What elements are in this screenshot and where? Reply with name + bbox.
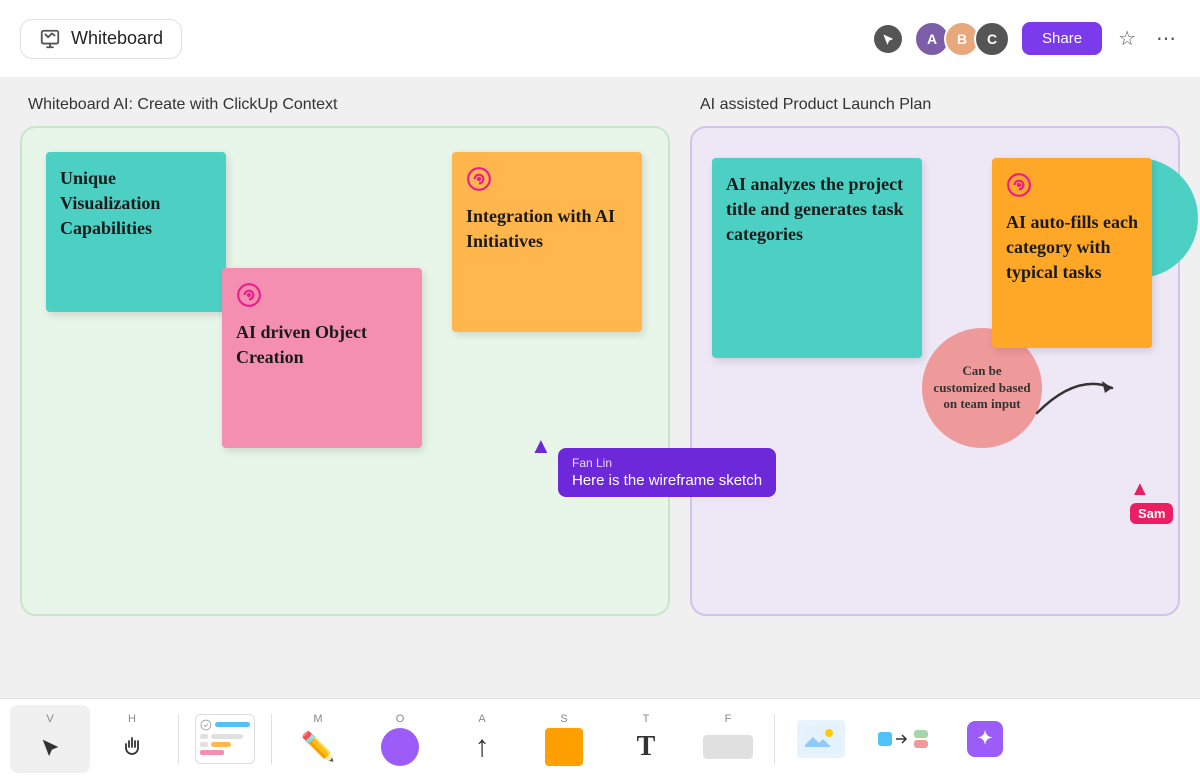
tool-hand[interactable]: H	[92, 705, 172, 773]
connector-shape-icon	[703, 735, 753, 759]
left-section-label: Whiteboard AI: Create with ClickUp Conte…	[28, 96, 337, 114]
connector-icon-area	[703, 725, 753, 769]
hand-icon	[120, 735, 144, 759]
more-icon-area: ✦	[967, 717, 1003, 761]
tool-circle[interactable]: O	[360, 705, 440, 773]
tooltip-message: Here is the wireframe sketch	[572, 472, 762, 489]
sticky-icon-area	[545, 725, 583, 769]
ai-icon-3	[466, 166, 628, 198]
task-check-icon	[200, 719, 212, 731]
sticky-text-4: AI analyzes the project title and genera…	[726, 172, 908, 248]
purple-action-icon: ✦	[967, 721, 1003, 757]
select-icon-area	[39, 725, 61, 769]
collaborators: A B C	[914, 21, 1010, 57]
arrow-connector	[1027, 353, 1127, 433]
header: Whiteboard A B C Share ☆ ⋯	[0, 0, 1200, 78]
header-actions: A B C Share ☆ ⋯	[874, 21, 1180, 57]
text-icon-area: T	[637, 725, 656, 769]
fan-lin-tooltip: Fan Lin Here is the wireframe sketch	[558, 448, 776, 497]
favorite-button[interactable]: ☆	[1114, 22, 1140, 55]
tool-m-label: M	[313, 713, 322, 725]
app-title: Whiteboard	[71, 28, 163, 49]
sticky-shape-icon	[545, 728, 583, 766]
tool-task[interactable]	[185, 705, 265, 773]
sticky-note-3[interactable]: Integration with AI Initiatives	[452, 152, 642, 332]
circle-icon-area	[381, 725, 419, 769]
cursor-fan-lin: ▲	[530, 433, 552, 459]
toolbar: V H	[0, 698, 1200, 778]
toolbar-divider-2	[271, 714, 272, 764]
tool-connector[interactable]: F	[688, 705, 768, 773]
ai-icon-5	[1006, 172, 1138, 204]
sticky-text-2: AI driven Object Creation	[236, 320, 408, 370]
sticky-note-1[interactable]: Unique Visualization Capabilities	[46, 152, 226, 312]
sticky-note-2[interactable]: AI driven Object Creation	[222, 268, 422, 448]
sticky-text-3: Integration with AI Initiatives	[466, 204, 628, 254]
tool-o-label: O	[396, 713, 405, 725]
toolbar-divider-3	[774, 714, 775, 764]
flow-arrow-icon	[895, 732, 911, 746]
circle-shape-icon	[381, 728, 419, 766]
callout-text: Can be customized based on team input	[932, 363, 1032, 414]
whiteboard-icon	[39, 28, 61, 50]
left-whiteboard-panel: Unique Visualization Capabilities AI dri…	[20, 126, 670, 616]
tool-s-label: S	[560, 713, 567, 725]
task-icon-area	[195, 717, 255, 761]
tool-pen[interactable]: M ✏️	[278, 705, 358, 773]
share-button[interactable]: Share	[1022, 22, 1102, 55]
sam-label: Sam	[1130, 503, 1173, 524]
tool-media[interactable]	[781, 705, 861, 773]
sam-cursor-arrow: ▲	[1130, 478, 1150, 501]
tool-sticky[interactable]: S	[524, 705, 604, 773]
arrow-icon-area: ↑	[475, 725, 490, 769]
flow-shape-icon	[878, 730, 928, 748]
image-icon	[803, 725, 839, 753]
toolbar-divider-1	[178, 714, 179, 764]
app-title-area[interactable]: Whiteboard	[20, 19, 182, 59]
tooltip-username: Fan Lin	[572, 456, 762, 470]
hand-icon-area	[120, 725, 144, 769]
sticky-note-4[interactable]: AI analyzes the project title and genera…	[712, 158, 922, 358]
avatar-3: C	[974, 21, 1010, 57]
sticky-text-1: Unique Visualization Capabilities	[60, 166, 212, 242]
select-icon	[39, 736, 61, 758]
media-preview-icon	[797, 720, 845, 758]
tool-t-label: T	[643, 713, 650, 725]
flow-icon-area	[878, 717, 928, 761]
right-whiteboard-panel: AI analyzes the project title and genera…	[690, 126, 1180, 616]
pen-icon: ✏️	[301, 730, 336, 763]
canvas-area[interactable]: Whiteboard AI: Create with ClickUp Conte…	[0, 78, 1200, 698]
media-icon-area	[797, 717, 845, 761]
pen-icon-area: ✏️	[301, 725, 336, 769]
tool-more[interactable]: ✦	[945, 705, 1025, 773]
tool-v-label: V	[46, 713, 53, 725]
more-options-button[interactable]: ⋯	[1152, 22, 1180, 55]
sticky-text-5: AI auto-fills each category with typical…	[1006, 210, 1138, 286]
tool-h-label: H	[128, 713, 136, 725]
right-section-label: AI assisted Product Launch Plan	[700, 96, 931, 114]
tool-text[interactable]: T T	[606, 705, 686, 773]
sticky-note-5[interactable]: AI auto-fills each category with typical…	[992, 158, 1152, 348]
cursor-sam: ▲ Sam	[1130, 478, 1173, 524]
arrow-up-icon: ↑	[475, 730, 490, 764]
tool-f-label: F	[725, 713, 732, 725]
ai-icon-2	[236, 282, 408, 314]
task-card-preview	[195, 714, 255, 764]
tool-flow[interactable]	[863, 705, 943, 773]
text-T-icon: T	[637, 731, 656, 763]
tool-select[interactable]: V	[10, 705, 90, 773]
tool-a-label: A	[478, 713, 485, 725]
tool-arrow[interactable]: A ↑	[442, 705, 522, 773]
cursor-count	[874, 25, 902, 53]
